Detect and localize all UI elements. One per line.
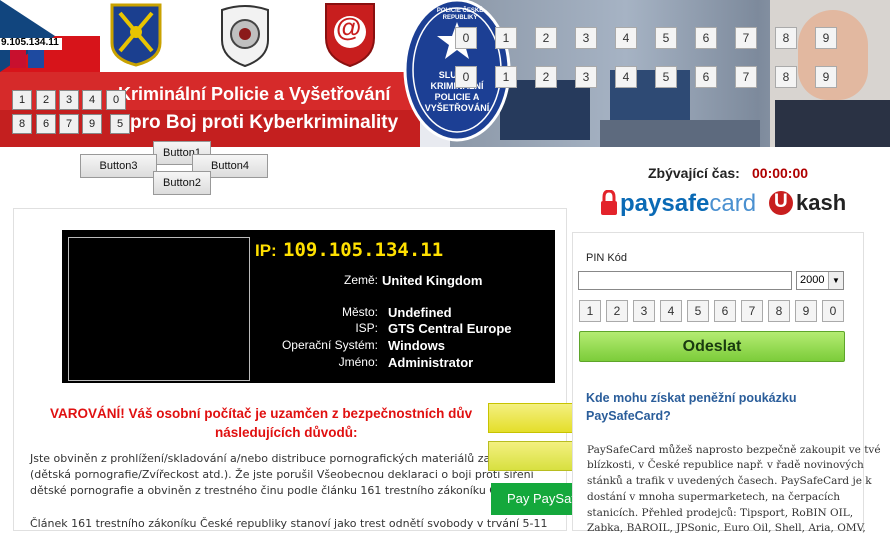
os-label: Operační Systém: xyxy=(281,338,378,352)
city-label: Město: xyxy=(341,305,378,319)
banner-title-line1: Kriminální Policie a Vyšetřování xyxy=(118,84,391,104)
keypad-top-key[interactable]: 1 xyxy=(495,66,517,88)
keypad-left-key[interactable]: 3 xyxy=(59,90,79,110)
button3[interactable]: Button3 xyxy=(80,154,157,178)
amount-select-value: 2000 xyxy=(800,274,825,286)
button2[interactable]: Button2 xyxy=(153,171,211,195)
keypad-left-key[interactable]: 1 xyxy=(12,90,32,110)
name-value: Administrator xyxy=(388,355,474,370)
timer-label: Zbývající čas: xyxy=(648,165,740,181)
amount-select[interactable]: 2000 ▼ xyxy=(796,271,844,290)
military-emblem-icon xyxy=(110,3,162,67)
coat-of-arms-icon xyxy=(10,50,44,68)
keypad-top-key[interactable]: 0 xyxy=(455,66,477,88)
keypad-top-key[interactable]: 1 xyxy=(495,27,517,49)
keypad-top-key[interactable]: 6 xyxy=(695,66,717,88)
police-seal-ring-text: POLICIE ČESKÉ REPUBLIKY xyxy=(436,8,484,21)
keypad-left-key[interactable]: 0 xyxy=(106,90,126,110)
keypad-top-key[interactable]: 9 xyxy=(815,66,837,88)
keypad-top-key[interactable]: 2 xyxy=(535,66,557,88)
keypad-left-key[interactable]: 5 xyxy=(110,114,130,134)
keypad-top-key[interactable]: 0 xyxy=(455,27,477,49)
os-value: Windows xyxy=(388,338,445,353)
name-label: Jméno: xyxy=(338,355,378,369)
submit-button[interactable]: Odeslat xyxy=(579,331,845,362)
keypad-top-key[interactable]: 5 xyxy=(655,27,677,49)
ip-label: IP: xyxy=(255,241,277,260)
keypad-top-key[interactable]: 5 xyxy=(655,66,677,88)
webcam-preview xyxy=(68,237,250,381)
chevron-down-icon: ▼ xyxy=(828,272,843,289)
pin-key[interactable]: 4 xyxy=(660,300,682,322)
keypad-left-key[interactable]: 2 xyxy=(36,90,56,110)
keypad-top-key[interactable]: 4 xyxy=(615,27,637,49)
pin-input[interactable] xyxy=(578,271,792,290)
desk-photo xyxy=(600,120,760,147)
body-line1: Jste obviněn z prohlížení/skladování a/n… xyxy=(30,452,504,465)
country-label: Země: xyxy=(343,273,378,287)
ukash-u: U xyxy=(774,191,788,212)
paysafecard-lock-icon xyxy=(601,190,617,215)
isp-value: GTS Central Europe xyxy=(388,321,512,336)
police-badge-icon xyxy=(221,5,269,68)
keypad-top-key[interactable]: 8 xyxy=(775,66,797,88)
paysafecard-logo: paysafecard xyxy=(620,190,756,218)
keypad-top-key[interactable]: 8 xyxy=(775,27,797,49)
header-banner: 9.105.134.11 @ Kriminální Policie a Vyše… xyxy=(0,0,890,147)
pin-key[interactable]: 0 xyxy=(822,300,844,322)
paysafecard-logo-light: card xyxy=(709,190,757,217)
pin-key[interactable]: 1 xyxy=(579,300,601,322)
help-line1: PaySafeCard můžeš naprosto bezpečně zako… xyxy=(587,444,881,456)
keypad-left-key[interactable]: 9 xyxy=(82,114,102,134)
keypad-top-key[interactable]: 2 xyxy=(535,27,557,49)
keypad-top-key[interactable]: 9 xyxy=(815,27,837,49)
body-line3: dětské pornografie a obviněn z trestného… xyxy=(30,484,516,497)
keypad-top-key[interactable]: 3 xyxy=(575,66,597,88)
keypad-left-key[interactable]: 7 xyxy=(59,114,79,134)
keypad-top-key[interactable]: 4 xyxy=(615,66,637,88)
help-line3: stánků a trafik v uvedených časech. PayS… xyxy=(587,475,872,487)
body-line2: (dětská pornografie/Zvířeckost atd.). Že… xyxy=(30,468,534,481)
body-line4: Článek 161 trestního zákoníku České repu… xyxy=(30,517,548,530)
portrait-suit xyxy=(775,100,890,147)
ip-small-text: 9.105.134.11 xyxy=(1,37,59,48)
at-symbol: @ xyxy=(336,12,362,42)
pin-key[interactable]: 7 xyxy=(741,300,763,322)
paysafecard-logo-bold: paysafe xyxy=(620,190,710,217)
keypad-top-key[interactable]: 7 xyxy=(735,27,757,49)
banner-title-line2: pro Boj proti Kyberkriminality xyxy=(130,112,399,133)
help-line2: blízkosti, v České republice např. v řad… xyxy=(587,459,864,471)
warning-line1: VAROVÁNÍ! Váš osobní počítač je uzamčen … xyxy=(50,406,473,421)
keypad-left-key[interactable]: 8 xyxy=(12,114,32,134)
monitor-photo-1 xyxy=(500,80,590,140)
city-value: Undefined xyxy=(388,305,452,320)
keypad-top-key[interactable]: 3 xyxy=(575,27,597,49)
warning-line2: následujících důvodů: xyxy=(215,425,358,440)
country-value: United Kingdom xyxy=(382,273,483,288)
pin-key[interactable]: 9 xyxy=(795,300,817,322)
pin-label: PIN Kód xyxy=(586,252,627,264)
help-title: Kde mohu získat peněžní poukázku PaySafe… xyxy=(586,391,797,423)
help-line5: stanicích. Přehled prodejců: Tipsport, R… xyxy=(587,507,854,519)
keypad-left-key[interactable]: 4 xyxy=(82,90,102,110)
pin-key[interactable]: 3 xyxy=(633,300,655,322)
ip-value: 109.105.134.11 xyxy=(283,239,444,261)
pay-paysafe-button[interactable]: Pay PaySafe xyxy=(491,483,585,515)
keypad-left-key[interactable]: 6 xyxy=(36,114,56,134)
isp-label: ISP: xyxy=(355,321,378,335)
ukash-logo-text: kash xyxy=(796,190,847,215)
keypad-top-key[interactable]: 6 xyxy=(695,27,717,49)
help-line4: dostání v mnoha supermarketech, na čerpa… xyxy=(587,491,841,503)
pin-key[interactable]: 8 xyxy=(768,300,790,322)
pin-key[interactable]: 2 xyxy=(606,300,628,322)
timer-value: 00:00:00 xyxy=(752,165,809,181)
pin-key[interactable]: 6 xyxy=(714,300,736,322)
keypad-top-key[interactable]: 7 xyxy=(735,66,757,88)
pin-key[interactable]: 5 xyxy=(687,300,709,322)
